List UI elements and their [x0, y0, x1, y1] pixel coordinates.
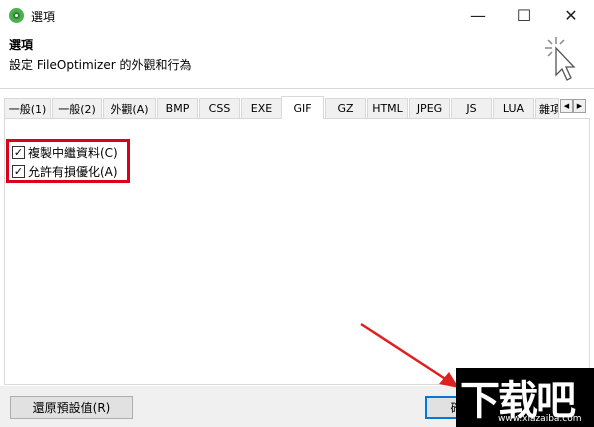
- tab-bmp[interactable]: BMP: [157, 98, 198, 118]
- tab-html[interactable]: HTML: [367, 98, 408, 118]
- reset-defaults-button[interactable]: 還原預設值(R): [10, 396, 133, 419]
- annotation-arrow-icon: [360, 322, 459, 388]
- annotation-highlight-box: [6, 139, 130, 183]
- tab-appearance[interactable]: 外觀(A): [103, 98, 156, 118]
- tab-css[interactable]: CSS: [199, 98, 240, 118]
- tab-scroll-left-icon[interactable]: ◀: [560, 99, 573, 113]
- header-subtitle: 設定 FileOptimizer 的外觀和行為: [9, 58, 192, 72]
- header-title: 選項: [9, 38, 34, 52]
- close-button[interactable]: ✕: [548, 0, 594, 31]
- window-title: 選項: [31, 10, 56, 24]
- tab-strip: 一般(1) 一般(2) 外觀(A) BMP CSS EXE GIF GZ HTM…: [4, 96, 590, 119]
- tab-gif[interactable]: GIF: [281, 96, 324, 119]
- app-icon: [9, 8, 24, 23]
- tab-jpeg[interactable]: JPEG: [409, 98, 450, 118]
- dialog-header: 選項 設定 FileOptimizer 的外觀和行為: [0, 31, 594, 89]
- tab-general-2[interactable]: 一般(2): [52, 98, 102, 118]
- tab-js[interactable]: JS: [451, 98, 492, 118]
- tab-misc[interactable]: 雜項: [535, 98, 559, 118]
- tab-exe[interactable]: EXE: [241, 98, 282, 118]
- tab-scroll-right-icon[interactable]: ▶: [573, 99, 586, 113]
- tab-general-1[interactable]: 一般(1): [4, 98, 51, 118]
- tab-lua[interactable]: LUA: [493, 98, 534, 118]
- site-watermark-logo: 下载吧 www.xiazaiba.com: [456, 368, 594, 427]
- title-bar: 選項 — ☐ ✕: [0, 0, 594, 31]
- tab-gz[interactable]: GZ: [325, 98, 366, 118]
- watermark-url: www.xiazaiba.com: [498, 414, 582, 424]
- maximize-button[interactable]: ☐: [501, 0, 547, 31]
- cursor-click-icon: [545, 37, 576, 81]
- minimize-button[interactable]: —: [455, 0, 501, 31]
